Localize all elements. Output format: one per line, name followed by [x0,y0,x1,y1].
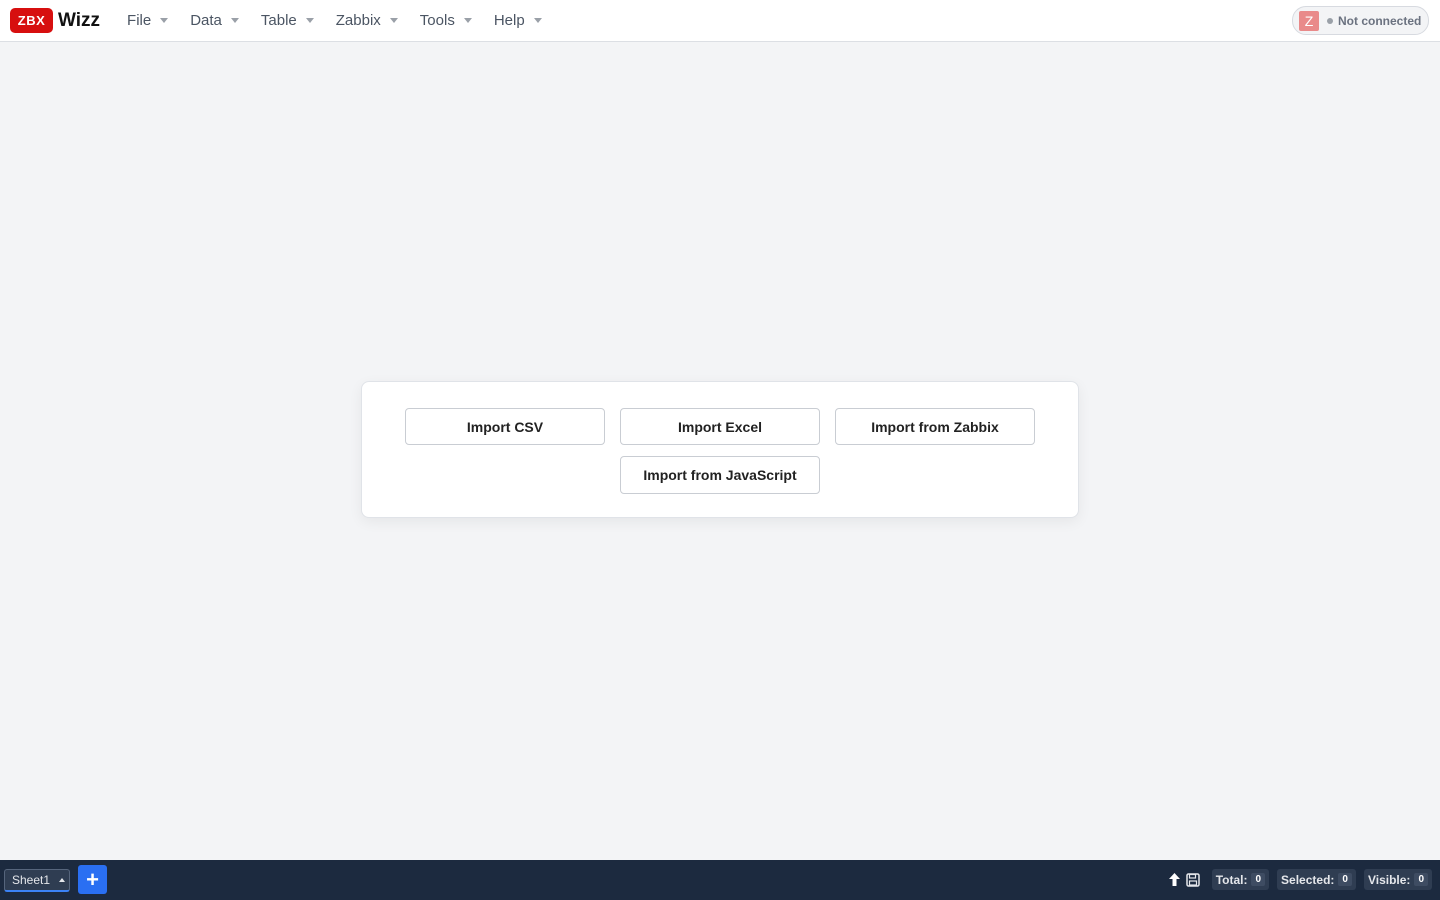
connection-status-label: Not connected [1338,13,1422,28]
sheet-tab-label: Sheet1 [12,873,51,887]
menu-zabbix[interactable]: Zabbix [325,0,409,42]
chevron-up-icon[interactable] [59,878,66,882]
menu-table-label: Table [260,12,297,29]
import-javascript-button[interactable]: Import from JavaScript [620,456,820,494]
brand-badge: ZBX [10,8,53,33]
menu-zabbix-label: Zabbix [335,12,381,29]
brand-logo: ZBX Wizz [10,8,100,33]
menu-help[interactable]: Help [483,0,553,42]
menu-data-label: Data [190,12,222,29]
sheet-tab[interactable]: Sheet1 [4,869,70,892]
chevron-down-icon [230,18,239,23]
chevron-down-icon [389,18,398,23]
save-icon[interactable] [1185,872,1200,887]
status-dot-icon [1327,17,1333,24]
brand-name: Wizz [58,9,101,31]
total-value: 0 [1251,873,1266,886]
top-menubar: ZBX Wizz File Data Table Zabbix Tools He… [0,0,1440,42]
menu-help-label: Help [493,12,525,29]
bottom-bar: Sheet1 + Total: 0 Selected: 0 Visible: 0 [0,860,1440,900]
import-excel-button[interactable]: Import Excel [620,408,820,445]
zabbix-logo-icon: Z [1299,10,1319,31]
menu-data[interactable]: Data [179,0,250,42]
menu-file[interactable]: File [116,0,179,42]
main-menu: File Data Table Zabbix Tools Help [116,0,553,42]
chevron-down-icon [305,18,314,23]
import-panel: Import CSV Import Excel Import from Zabb… [361,381,1079,518]
import-csv-button[interactable]: Import CSV [405,408,605,445]
total-count: Total: 0 [1211,869,1270,890]
menu-table[interactable]: Table [250,0,325,42]
visible-label: Visible: [1367,872,1411,887]
chevron-down-icon [533,18,542,23]
visible-count: Visible: 0 [1363,869,1432,890]
upload-icon[interactable] [1167,872,1182,887]
status-bar: Total: 0 Selected: 0 Visible: 0 [1167,869,1432,890]
selected-count: Selected: 0 [1277,869,1356,890]
menu-tools[interactable]: Tools [409,0,483,42]
import-zabbix-button[interactable]: Import from Zabbix [835,408,1035,445]
selected-label: Selected: [1281,872,1335,887]
chevron-down-icon [463,18,472,23]
menu-file-label: File [127,12,152,29]
selected-value: 0 [1338,873,1352,886]
connection-status[interactable]: Z Not connected [1292,6,1429,35]
add-sheet-button[interactable]: + [78,865,107,894]
visible-value: 0 [1414,873,1428,886]
menu-tools-label: Tools [419,12,455,29]
chevron-down-icon [160,18,169,23]
total-label: Total: [1215,872,1248,887]
